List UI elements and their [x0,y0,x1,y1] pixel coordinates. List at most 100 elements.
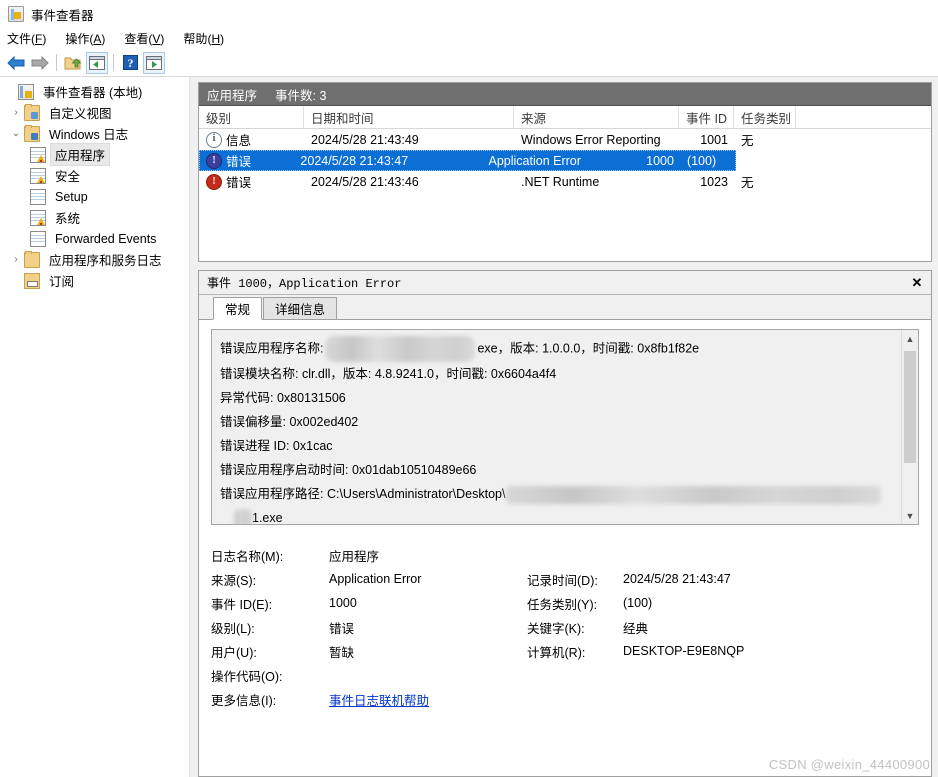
table-row[interactable]: i 信息 2024/5/28 21:43:49 Windows Error Re… [199,129,931,150]
event-list-body[interactable]: i 信息 2024/5/28 21:43:49 Windows Error Re… [199,129,931,261]
label-event-id: 事件 ID(E): [211,597,273,612]
tree-item-label: 应用程序 [49,143,111,166]
message-line-1: 错误应用程序名称: exe，版本: 1.0.0.0，时间戳: 0x8fb1f82e [220,336,895,362]
menu-help[interactable]: 帮助(H) [183,28,233,49]
event-message-text: 错误应用程序名称: exe，版本: 1.0.0.0，时间戳: 0x8fb1f82e… [212,330,901,524]
cell-event-id: 1000 [646,153,674,168]
table-row[interactable]: ! 错误 2024/5/28 21:43:47 Application Erro… [199,150,736,171]
menu-file-mnemonic: F [35,32,43,46]
event-message-box[interactable]: 错误应用程序名称: exe，版本: 1.0.0.0，时间戳: 0x8fb1f82e… [211,329,919,525]
value-level: 错误 [329,621,355,636]
tree-item-application[interactable]: 应用程序 [0,143,189,166]
message-line-6: 错误应用程序启动时间: 0x01dab10510489e66 [220,463,477,477]
folder-monitor-icon [24,124,40,142]
scrollbar-track[interactable] [902,347,918,507]
console-tree-pane[interactable]: 事件查看器 (本地) › 自定义视图 ⌄ Windows 日志 应用程序 安全 … [0,77,190,777]
cell-task-category: 无 [741,134,754,148]
message-line-1-suffix: exe，版本: 1.0.0.0，时间戳: 0x8fb1f82e [477,341,700,356]
field-row-source: 来源(S): Application Error 记录时间(D): 2024/5… [211,567,919,591]
column-header-filler [796,106,931,128]
tree-chevron-custom-views[interactable]: › [8,107,24,118]
column-header-date-time[interactable]: 日期和时间 [304,106,514,128]
label-source: 来源(S): [211,573,257,588]
tree-item-event-viewer-root[interactable]: 事件查看器 (本地) [0,81,189,102]
error-icon: ! [206,152,222,169]
menu-file-label: 文件 [7,32,32,46]
action-pane-glyph [146,55,162,70]
column-header-level[interactable]: 级别 [199,106,304,128]
tree-item-windows-logs[interactable]: ⌄ Windows 日志 [0,123,189,144]
message-scrollbar[interactable]: ▲ ▼ [901,330,918,524]
menu-bar: 文件(F) 操作(A) 查看(V) 帮助(H) [0,28,938,49]
cell-source: Application Error [488,153,581,168]
event-detail-section: 事件 1000，Application Error ✕ 常规 详细信息 错误应用… [198,270,932,777]
tree-item-label: 事件查看器 (本地) [43,86,143,100]
field-row-log-name: 日志名称(M): 应用程序 [211,543,919,567]
cell-task-category: (100) [686,153,717,168]
menu-action-label: 操作 [65,32,90,46]
tree-item-label: 应用程序和服务日志 [49,254,162,268]
field-row-event-id: 事件 ID(E): 1000 任务类别(Y): (100) [211,591,919,615]
tree-item-applications-and-services-logs[interactable]: › 应用程序和服务日志 [0,249,189,270]
value-logged: 2024/5/28 21:43:47 [623,572,731,586]
event-viewer-icon [18,83,34,100]
tree-item-custom-views[interactable]: › 自定义视图 [0,102,189,123]
label-user: 用户(U): [211,645,257,660]
scroll-up-icon[interactable]: ▲ [902,330,918,347]
error-icon: ! [206,173,222,190]
cell-date-time: 2024/5/28 21:43:46 [311,174,419,189]
folder-plain-icon [24,250,40,268]
tree-item-system[interactable]: 系统 [0,207,189,228]
cell-event-id: 1001 [700,132,728,147]
value-event-id: 1000 [329,596,357,610]
title-bar: 事件查看器 [0,0,938,28]
tab-details[interactable]: 详细信息 [263,297,338,319]
back-arrow-icon[interactable] [5,52,27,74]
label-logged: 记录时间(D): [527,573,598,588]
menu-file[interactable]: 文件(F) [7,28,55,49]
tree-item-forwarded-events[interactable]: Forwarded Events [0,228,189,249]
menu-action[interactable]: 操作(A) [65,28,114,49]
column-header-event-id[interactable]: 事件 ID [679,106,734,128]
tree-item-subscriptions[interactable]: 订阅 [0,270,189,291]
cell-date-time: 2024/5/28 21:43:47 [300,153,409,168]
help-icon[interactable]: ? [119,52,141,74]
event-viewer-icon [8,6,24,22]
event-list-log-name: 应用程序 [207,88,258,103]
label-keywords: 关键字(K): [527,621,585,636]
forward-arrow-icon[interactable] [29,52,51,74]
up-folder-icon[interactable] [62,52,84,74]
tree-item-security[interactable]: 安全 [0,165,189,186]
tree-item-setup[interactable]: Setup [0,186,189,207]
cell-source: .NET Runtime [521,174,600,189]
detail-body: 错误应用程序名称: exe，版本: 1.0.0.0，时间戳: 0x8fb1f82e… [199,320,931,776]
event-log-online-help-link[interactable]: 事件日志联机帮助 [329,694,429,708]
tree-item-label: 系统 [55,212,81,226]
show-tree-pane-icon[interactable] [86,51,108,74]
label-task-category: 任务类别(Y): [527,597,598,612]
scroll-down-icon[interactable]: ▼ [902,507,918,524]
label-more-information: 更多信息(I): [211,693,277,708]
close-icon[interactable]: ✕ [909,275,925,291]
tree-item-label: Setup [55,189,88,204]
label-log-name: 日志名称(M): [211,549,284,564]
show-action-pane-icon[interactable] [143,51,165,74]
label-opcode: 操作代码(O): [211,669,283,684]
tab-general[interactable]: 常规 [213,297,263,320]
tree-chevron-apps-services[interactable]: › [8,254,24,265]
log-warning-icon [30,146,46,163]
column-header-source[interactable]: 来源 [514,106,679,128]
svg-text:?: ? [127,56,133,70]
event-count: 事件数: 3 [275,88,327,103]
menu-view[interactable]: 查看(V) [124,28,173,49]
more-information-link-wrap: 事件日志联机帮助 [329,690,429,709]
value-source: Application Error [329,572,422,586]
scrollbar-thumb[interactable] [904,351,916,463]
watermark: CSDN @weixin_44400900 [768,757,930,772]
table-row[interactable]: ! 错误 2024/5/28 21:43:46 .NET Runtime 102… [199,171,931,192]
detail-tab-strip: 常规 详细信息 [199,295,931,320]
tree-item-label: Forwarded Events [55,231,157,246]
column-header-task-category[interactable]: 任务类别 [734,106,796,128]
tree-chevron-windows-logs[interactable]: ⌄ [8,128,24,139]
level-text: 信息 [226,134,252,148]
